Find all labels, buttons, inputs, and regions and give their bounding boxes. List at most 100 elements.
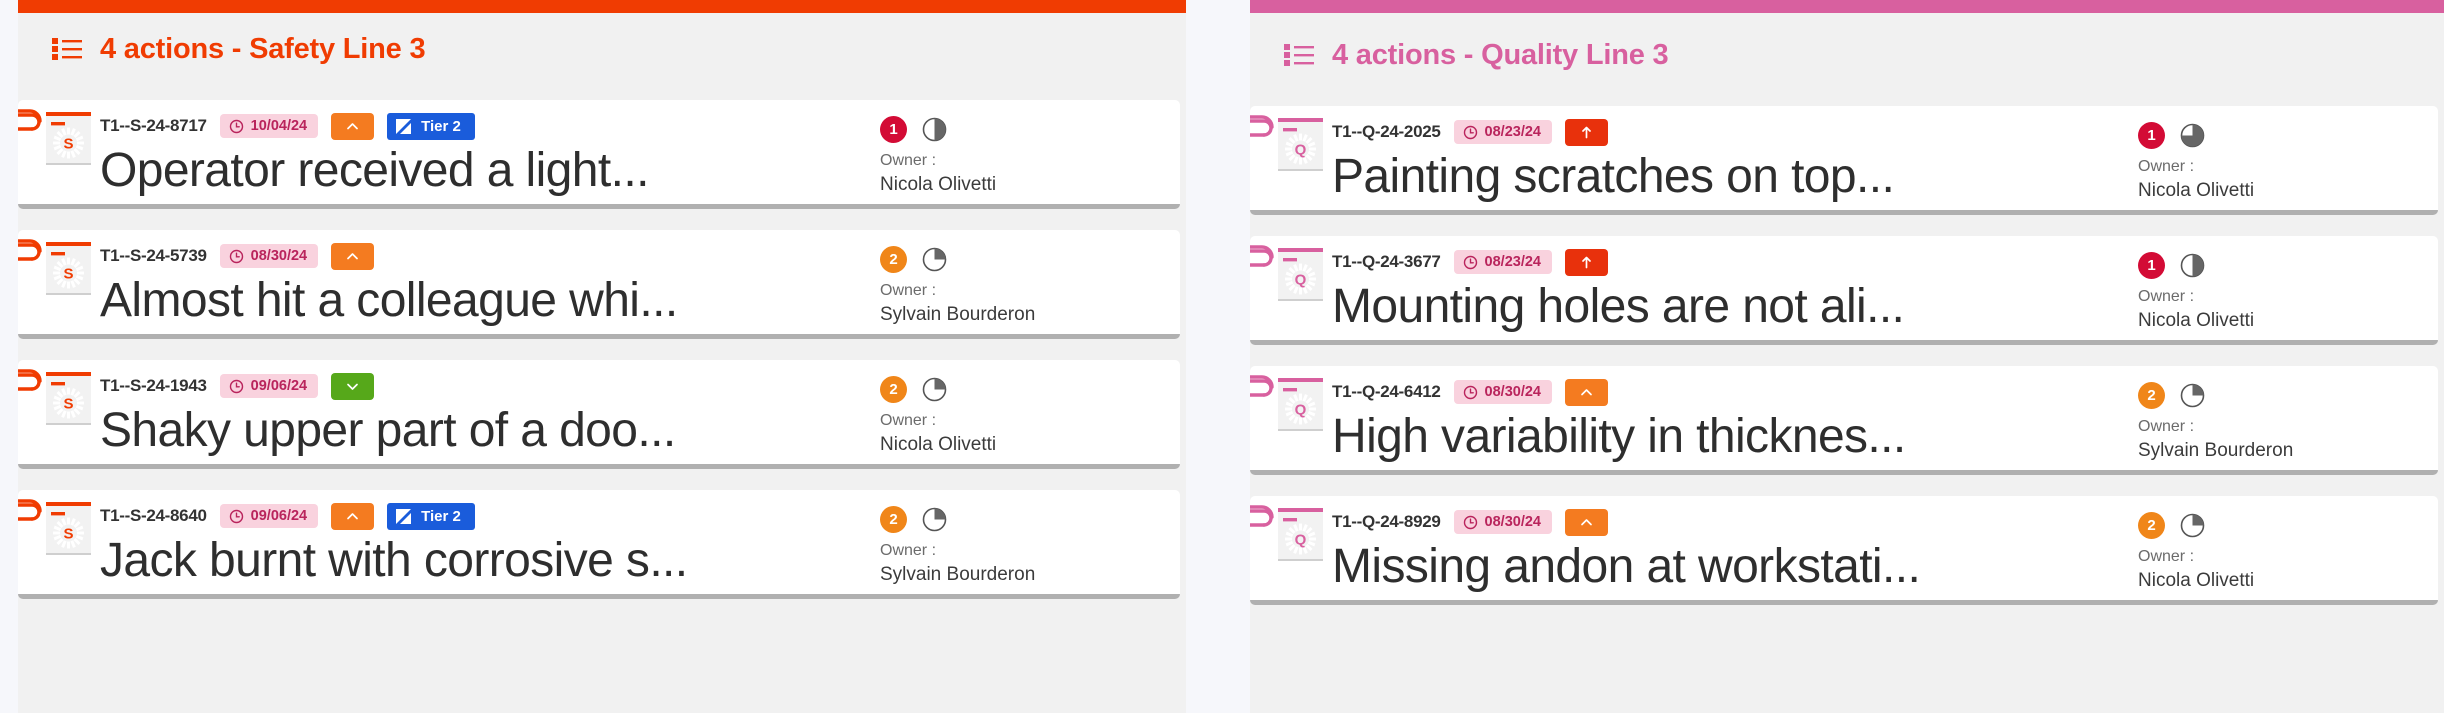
due-date-chip[interactable]: 10/04/24: [219, 114, 319, 138]
priority-chevron-up-icon[interactable]: [1565, 378, 1608, 406]
due-date-chip[interactable]: 09/06/24: [219, 374, 319, 398]
owner-label: Owner :: [2138, 288, 2195, 305]
due-date-chip[interactable]: 08/30/24: [1453, 510, 1552, 534]
type-tile-q-icon: Q: [1278, 508, 1323, 561]
action-title[interactable]: Almost hit a colleague whi...: [100, 274, 854, 328]
priority-arrow-up-icon[interactable]: [1565, 118, 1608, 146]
action-meta-row: T1--Q-24-2025 08/23/24: [1332, 118, 2112, 146]
due-date-chip[interactable]: 08/23/24: [1453, 120, 1552, 144]
paperclip-icon[interactable]: [18, 238, 44, 264]
paperclip-icon[interactable]: [18, 368, 44, 394]
owner-label: Owner :: [2138, 158, 2195, 175]
action-reference-id: T1--S-24-8717: [100, 116, 207, 135]
progress-pie-icon: [921, 506, 948, 533]
action-card-wrapper: Q T1--Q-24-2025 08/23/24 Painting scratches…: [1250, 101, 2444, 231]
svg-text:S: S: [63, 266, 73, 283]
action-reference-id: T1--S-24-1943: [100, 376, 207, 395]
priority-count-badge: 1: [880, 116, 907, 143]
priority-count-badge: 2: [2138, 512, 2165, 539]
action-title[interactable]: Jack burnt with corrosive s...: [100, 534, 854, 588]
owner-label: Owner :: [880, 282, 937, 299]
action-card[interactable]: S T1--S-24-5739 08/30/24 Almost hit a colle…: [18, 230, 1180, 339]
paperclip-icon[interactable]: [18, 108, 44, 134]
priority-chevron-up-icon[interactable]: [331, 242, 375, 270]
action-reference-id: T1--S-24-8640: [100, 506, 207, 525]
tier-chip[interactable]: Tier 2: [387, 502, 475, 530]
tier-escalation-icon: [394, 507, 413, 526]
action-card[interactable]: Q T1--Q-24-8929 08/30/24 Missing andon at w…: [1250, 496, 2438, 605]
action-card[interactable]: Q T1--Q-24-6412 08/30/24 High variability i…: [1250, 366, 2438, 475]
priority-count-badge: 2: [880, 246, 907, 273]
action-meta-row: T1--Q-24-6412 08/30/24: [1332, 378, 2112, 406]
panel-header: 4 actions - Quality Line 3: [1250, 19, 2444, 91]
paperclip-icon[interactable]: [1250, 114, 1276, 140]
priority-chevron-up-icon[interactable]: [331, 112, 375, 140]
action-card[interactable]: S T1--S-24-1943 09/06/24 Shaky upper part o…: [18, 360, 1180, 469]
action-status-column: 1 Owner : Nicola Olivetti: [2120, 106, 2438, 210]
action-title[interactable]: Missing andon at workstati...: [1332, 540, 2112, 594]
tier-chip[interactable]: Tier 2: [387, 112, 475, 140]
due-date-value: 10/04/24: [250, 118, 308, 134]
action-title[interactable]: Operator received a light...: [100, 144, 854, 198]
action-card-wrapper: Q T1--Q-24-6412 08/30/24 High variability i…: [1250, 361, 2444, 491]
owner-label: Owner :: [880, 412, 937, 429]
action-card[interactable]: Q T1--Q-24-3677 08/23/24 Mounting holes are…: [1250, 236, 2438, 345]
priority-count-badge: 2: [880, 506, 907, 533]
priority-arrow-up-icon[interactable]: [1565, 248, 1608, 276]
due-date-value: 08/23/24: [1484, 124, 1541, 140]
clock-icon: [1463, 255, 1478, 270]
clock-icon: [1463, 125, 1478, 140]
action-card-body: T1--S-24-5739 08/30/24 Almost hit a collea…: [100, 230, 862, 334]
owner-name: Sylvain Bourderon: [880, 304, 1036, 325]
paperclip-icon[interactable]: [18, 498, 44, 524]
action-title[interactable]: Painting scratches on top...: [1332, 150, 2112, 204]
action-card[interactable]: Q T1--Q-24-2025 08/23/24 Painting scratches…: [1250, 106, 2438, 215]
action-title[interactable]: Shaky upper part of a doo...: [100, 404, 854, 458]
due-date-chip[interactable]: 08/30/24: [219, 244, 319, 268]
due-date-value: 09/06/24: [250, 378, 308, 394]
action-card-inner: Q T1--Q-24-8929 08/30/24 Missing andon at w…: [1250, 496, 2438, 600]
action-status-column: 2 Owner : Nicola Olivetti: [862, 360, 1180, 464]
panel-title: 4 actions - Quality Line 3: [1332, 38, 1669, 71]
action-card-wrapper: S T1--S-24-1943 09/06/24 Shaky upper part o…: [18, 355, 1186, 485]
paperclip-icon[interactable]: [1250, 374, 1276, 400]
due-date-value: 08/30/24: [1484, 384, 1541, 400]
due-date-chip[interactable]: 08/23/24: [1453, 250, 1552, 274]
progress-pie-icon: [2179, 122, 2206, 149]
owner-name: Sylvain Bourderon: [880, 564, 1036, 585]
action-card-body: T1--S-24-1943 09/06/24 Shaky upper part of…: [100, 360, 862, 464]
action-status-column: 2 Owner : Sylvain Bourderon: [2120, 366, 2438, 470]
priority-count-badge: 1: [2138, 252, 2165, 279]
clock-icon: [1463, 515, 1478, 530]
priority-chevron-up-icon[interactable]: [331, 502, 375, 530]
panel-accent-bar: [18, 0, 1186, 13]
progress-pie-icon: [2179, 252, 2206, 279]
owner-label: Owner :: [2138, 418, 2195, 435]
action-card-body: T1--Q-24-2025 08/23/24 Painting scratches …: [1332, 106, 2120, 210]
paperclip-icon[interactable]: [1250, 244, 1276, 270]
due-date-value: 09/06/24: [250, 508, 308, 524]
action-status-column: 2 Owner : Nicola Olivetti: [2120, 496, 2438, 600]
priority-chevron-down-icon[interactable]: [331, 372, 375, 400]
paperclip-icon[interactable]: [1250, 504, 1276, 530]
status-indicators: 1: [2138, 122, 2438, 149]
action-card-inner: S T1--S-24-5739 08/30/24 Almost hit a colle…: [18, 230, 1180, 334]
progress-pie-icon: [2179, 382, 2206, 409]
action-title[interactable]: High variability in thicknes...: [1332, 410, 2112, 464]
svg-text:S: S: [63, 396, 73, 413]
status-indicators: 1: [880, 116, 1180, 143]
owner-name: Nicola Olivetti: [2138, 310, 2255, 331]
svg-text:Q: Q: [1295, 402, 1307, 419]
action-card[interactable]: S T1--S-24-8640 09/06/24 Tier 2 Jack burnt w…: [18, 490, 1180, 599]
action-title[interactable]: Mounting holes are not ali...: [1332, 280, 2112, 334]
type-tile-s-icon: S: [46, 242, 91, 295]
action-status-column: 1 Owner : Nicola Olivetti: [2120, 236, 2438, 340]
due-date-chip[interactable]: 08/30/24: [1453, 380, 1552, 404]
action-card-list: S T1--S-24-8717 10/04/24 Tier 2 Operator rec…: [18, 95, 1186, 615]
action-card[interactable]: S T1--S-24-8717 10/04/24 Tier 2 Operator rec…: [18, 100, 1180, 209]
priority-chevron-up-icon[interactable]: [1565, 508, 1608, 536]
type-tile-s-icon: S: [46, 372, 91, 425]
action-meta-row: T1--Q-24-3677 08/23/24: [1332, 248, 2112, 276]
progress-pie-icon: [2179, 512, 2206, 539]
due-date-chip[interactable]: 09/06/24: [219, 504, 319, 528]
